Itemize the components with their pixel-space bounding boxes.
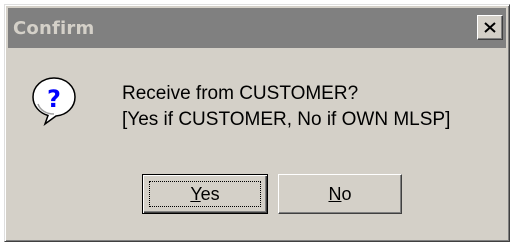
svg-text:?: ?	[47, 85, 61, 113]
title-bar[interactable]: Confirm	[8, 8, 506, 48]
yes-button-label: Yes	[190, 184, 219, 205]
no-button-label: No	[328, 184, 351, 205]
yes-mnemonic: Y	[190, 183, 201, 204]
no-label-rest: o	[341, 183, 352, 204]
message-line-2: [Yes if CUSTOMER, No if OWN MLSP]	[122, 109, 451, 130]
dialog-title: Confirm	[13, 17, 95, 39]
yes-button[interactable]: Yes	[142, 174, 268, 214]
yes-label-rest: es	[200, 183, 220, 204]
no-mnemonic: N	[328, 183, 342, 204]
close-icon	[484, 22, 496, 33]
close-button[interactable]	[477, 15, 503, 40]
message-text: Receive from CUSTOMER? [Yes if CUSTOMER,…	[122, 81, 450, 133]
confirm-dialog: Confirm ? Receive from CUSTOMER? [Yes if…	[4, 4, 510, 242]
no-button[interactable]: No	[278, 174, 402, 214]
question-icon: ?	[32, 77, 76, 126]
message-line-1: Receive from CUSTOMER?	[122, 83, 359, 104]
